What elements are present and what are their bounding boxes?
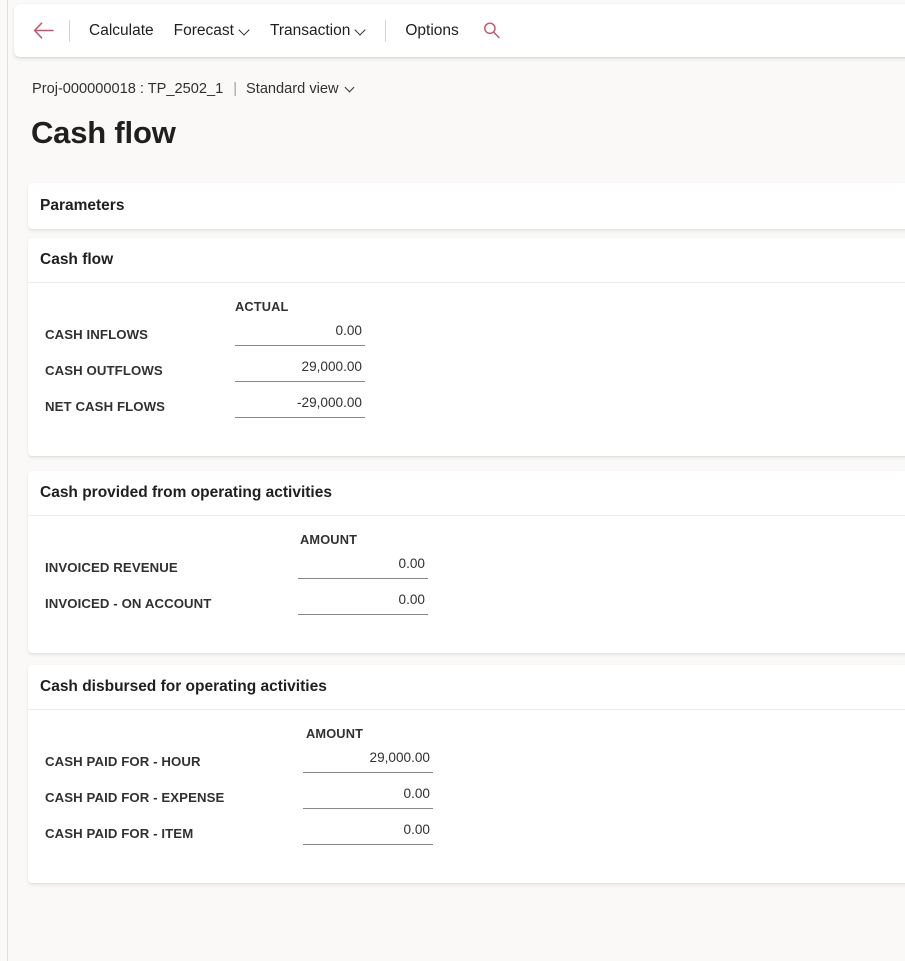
- chevron-down-icon: [240, 25, 250, 35]
- parameters-section-title: Parameters: [40, 196, 125, 214]
- command-options-label: Options: [405, 21, 459, 39]
- command-transaction-label: Transaction: [269, 21, 351, 39]
- breadcrumb: Proj-000000018 : TP_2502_1 | Standard vi…: [32, 81, 356, 97]
- value-invoiced-revenue[interactable]: 0.00: [298, 555, 428, 579]
- table-row: CASH PAID FOR - HOUR 29,000.00: [28, 743, 905, 779]
- breadcrumb-separator: |: [233, 81, 238, 97]
- command-bar: Calculate Forecast Transaction Options: [14, 4, 905, 57]
- cash-flow-page: Calculate Forecast Transaction Options P…: [0, 0, 905, 961]
- row-label-invoiced-revenue: INVOICED REVENUE: [45, 559, 178, 575]
- breadcrumb-record[interactable]: Proj-000000018 : TP_2502_1: [32, 81, 223, 97]
- command-forecast[interactable]: Forecast: [164, 14, 260, 48]
- cash-disbursed-section: Cash disbursed for operating activities …: [28, 665, 905, 883]
- cash-disbursed-grid: AMOUNT CASH PAID FOR - HOUR 29,000.00 CA…: [28, 710, 905, 851]
- table-row: CASH OUTFLOWS 29,000.00: [28, 352, 905, 388]
- parameters-section: Parameters: [28, 183, 905, 229]
- value-invoiced-on-account[interactable]: 0.00: [298, 591, 428, 615]
- command-calculate-label: Calculate: [89, 21, 154, 39]
- table-row: CASH PAID FOR - ITEM 0.00: [28, 815, 905, 851]
- value-cash-paid-for-hour[interactable]: 29,000.00: [303, 749, 433, 773]
- command-transaction[interactable]: Transaction: [260, 14, 376, 48]
- cash-provided-section: Cash provided from operating activities …: [28, 471, 905, 653]
- command-bar-separator-1: [69, 19, 70, 42]
- row-label-cash-paid-for-hour: CASH PAID FOR - HOUR: [45, 753, 201, 769]
- row-label-invoiced-on-account: INVOICED - ON ACCOUNT: [45, 595, 212, 611]
- cash-disbursed-section-header[interactable]: Cash disbursed for operating activities: [28, 665, 905, 710]
- view-selector-label: Standard view: [246, 81, 339, 97]
- cash-provided-column-header: AMOUNT: [300, 532, 358, 547]
- cash-disbursed-column-header: AMOUNT: [306, 726, 364, 741]
- cashflow-column-header: ACTUAL: [235, 299, 289, 314]
- cashflow-grid: ACTUAL CASH INFLOWS 0.00 CASH OUTFLOWS 2…: [28, 283, 905, 424]
- value-net-cash-flows[interactable]: -29,000.00: [235, 394, 365, 418]
- view-selector[interactable]: Standard view: [246, 81, 355, 97]
- row-label-cash-inflows: CASH INFLOWS: [45, 326, 149, 342]
- value-cash-paid-for-item[interactable]: 0.00: [303, 821, 433, 845]
- row-label-cash-paid-for-expense: CASH PAID FOR - EXPENSE: [45, 789, 225, 805]
- table-row: CASH PAID FOR - EXPENSE 0.00: [28, 779, 905, 815]
- cash-disbursed-grid-header-row: AMOUNT: [28, 710, 905, 743]
- table-row: INVOICED REVENUE 0.00: [28, 549, 905, 585]
- cash-provided-section-header[interactable]: Cash provided from operating activities: [28, 471, 905, 516]
- cashflow-section: Cash flow ACTUAL CASH INFLOWS 0.00 CASH …: [28, 238, 905, 456]
- cashflow-grid-header-row: ACTUAL: [28, 283, 905, 316]
- nav-pane-divider: [7, 0, 8, 961]
- chevron-down-icon: [356, 25, 366, 35]
- chevron-down-icon: [346, 83, 356, 93]
- value-cash-outflows[interactable]: 29,000.00: [235, 358, 365, 382]
- page-title: Cash flow: [31, 115, 176, 150]
- table-row: INVOICED - ON ACCOUNT 0.00: [28, 585, 905, 621]
- value-cash-paid-for-expense[interactable]: 0.00: [303, 785, 433, 809]
- row-label-net-cash-flows: NET CASH FLOWS: [45, 398, 166, 414]
- cash-provided-section-title: Cash provided from operating activities: [40, 484, 332, 501]
- search-icon[interactable]: [475, 14, 509, 48]
- back-arrow-icon[interactable]: [26, 14, 60, 48]
- cash-provided-grid: AMOUNT INVOICED REVENUE 0.00 INVOICED - …: [28, 516, 905, 621]
- command-bar-separator-2: [385, 19, 387, 42]
- parameters-section-header[interactable]: Parameters: [28, 183, 905, 228]
- cash-provided-grid-header-row: AMOUNT: [28, 516, 905, 549]
- row-label-cash-paid-for-item: CASH PAID FOR - ITEM: [45, 825, 194, 841]
- command-calculate[interactable]: Calculate: [79, 14, 164, 48]
- table-row: NET CASH FLOWS -29,000.00: [28, 388, 905, 424]
- command-forecast-label: Forecast: [173, 21, 234, 39]
- value-cash-inflows[interactable]: 0.00: [235, 322, 365, 346]
- row-label-cash-outflows: CASH OUTFLOWS: [45, 362, 163, 378]
- table-row: CASH INFLOWS 0.00: [28, 316, 905, 352]
- command-options[interactable]: Options: [395, 14, 468, 48]
- cashflow-section-title: Cash flow: [40, 251, 114, 268]
- cash-disbursed-section-title: Cash disbursed for operating activities: [40, 678, 327, 695]
- cashflow-section-header[interactable]: Cash flow: [28, 238, 905, 283]
